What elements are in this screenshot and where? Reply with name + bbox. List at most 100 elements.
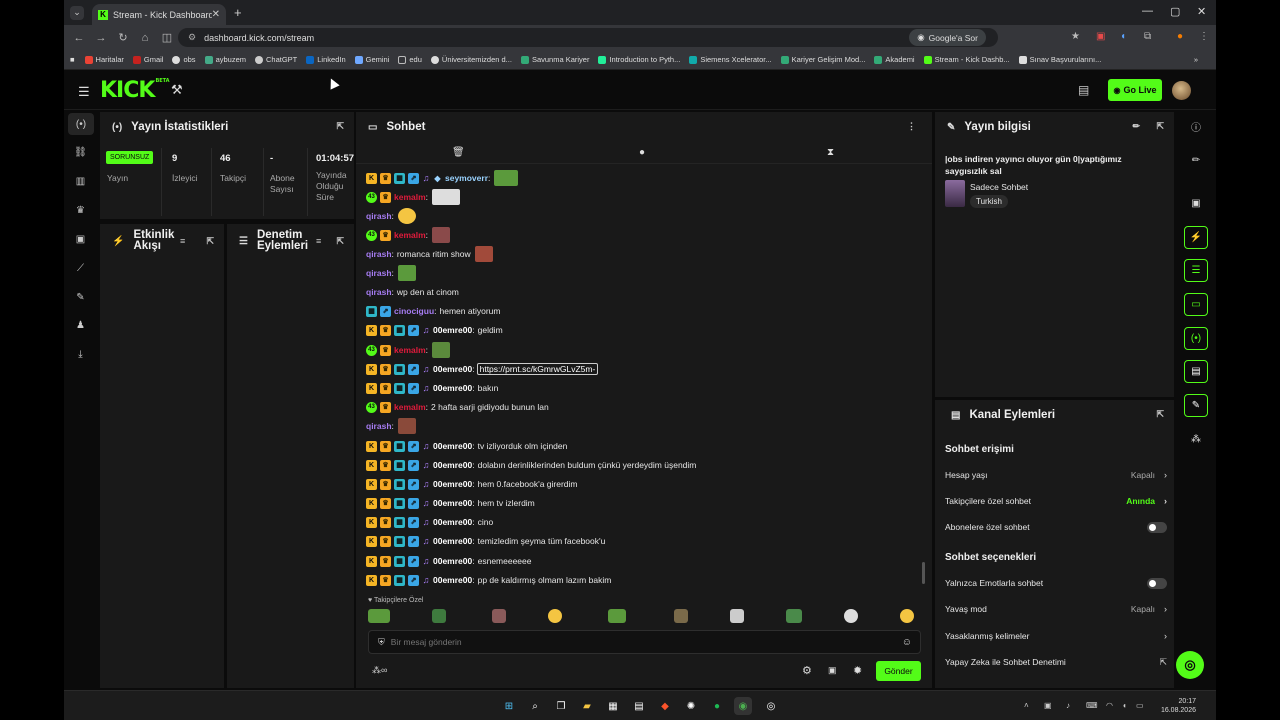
popout-icon[interactable]: ⇱ [1156, 409, 1164, 420]
bookmark-chatgpt[interactable]: ChatGPT [255, 55, 297, 64]
bookmark-savunma[interactable]: Savunma Kariyer [520, 55, 589, 64]
bookmark-university[interactable]: Üniversitemizden d... [430, 55, 512, 64]
moderation-widget-icon[interactable]: ☰ [1184, 259, 1208, 282]
bookmark-akademi[interactable]: Akademi [874, 55, 915, 64]
emote-button[interactable] [492, 609, 506, 623]
emote-button[interactable] [786, 609, 802, 623]
filter-icon[interactable]: ≡ [180, 236, 185, 247]
spotify-icon[interactable]: ● [708, 697, 726, 715]
close-tab-icon[interactable]: ✕ [212, 9, 220, 20]
taskbar-search-icon[interactable]: ⌕ [526, 697, 544, 715]
emote-button[interactable] [730, 609, 744, 623]
emote-button[interactable] [674, 609, 688, 623]
chat-username[interactable]: qirash [366, 421, 392, 431]
address-bar[interactable]: ⚙ dashboard.kick.com/stream ◉ Google'a So… [178, 28, 998, 47]
users-icon[interactable]: ⁂∞ [372, 665, 387, 676]
site-info-icon[interactable]: ⚙ [188, 32, 196, 43]
bookmark-siemens[interactable]: Siemens Xcelerator... [689, 55, 772, 64]
emote-button[interactable] [368, 609, 390, 623]
chat-username[interactable]: seymoverr [445, 173, 488, 183]
back-icon[interactable]: ← [68, 32, 90, 44]
store-icon[interactable]: ▦ [604, 697, 622, 715]
channel-actions-widget-icon[interactable]: ▤ [1184, 360, 1208, 383]
followers-only-row[interactable]: Takipçilere özel sohbet Anında › [945, 493, 1167, 509]
task-view-icon[interactable]: ❐ [552, 697, 570, 715]
kick-logo[interactable]: KICKBETA [100, 78, 170, 103]
rail-stream-icon[interactable]: (•) [68, 113, 94, 135]
hammer-icon[interactable]: ⚒ [171, 82, 183, 98]
reload-icon[interactable]: ↻ [112, 31, 134, 44]
rail-link-icon[interactable]: ⛓ [64, 141, 97, 163]
bookmarks-overflow-icon[interactable]: » [1194, 55, 1198, 64]
bookmark-linkedin[interactable]: LinkedIn [306, 55, 346, 64]
emote-button[interactable] [900, 609, 914, 623]
chat-mode-icon[interactable]: ● [639, 147, 645, 158]
chat-username[interactable]: 00emre00 [433, 460, 472, 470]
chat-link[interactable]: https://prnt.sc/kGmrwGLvZ5m- [476, 363, 599, 375]
chat-input-box[interactable]: ⛨ ☺ [368, 630, 921, 654]
audio-extension-icon[interactable]: ◖ [1120, 31, 1126, 42]
menu-dots-icon[interactable]: ⋮ [1199, 31, 1209, 42]
split-view-icon[interactable]: ◫ [156, 31, 178, 44]
edit-pencil-icon[interactable]: ✏ [1132, 121, 1140, 132]
ai-moderation-row[interactable]: Yapay Zeka ile Sohbet Denetimi ⇱ [945, 654, 1167, 670]
chat-username[interactable]: 00emre00 [433, 536, 472, 546]
bookmarks-apps-icon[interactable]: ■ [70, 55, 75, 64]
bookmark-aybuzem[interactable]: aybuzem [204, 55, 246, 64]
creator-studio-icon[interactable]: ▤ [1078, 83, 1089, 97]
new-tab-button[interactable]: + [234, 5, 242, 20]
send-button[interactable]: Gönder [876, 661, 921, 681]
popout-icon[interactable]: ⇱ [336, 236, 344, 247]
google-ask-button[interactable]: ◉ Google'a Sor [909, 29, 986, 46]
minimize-window-icon[interactable]: — [1142, 5, 1153, 17]
volume-icon[interactable]: ◖ [1122, 701, 1127, 710]
subs-only-toggle[interactable] [1147, 521, 1167, 533]
profile-icon[interactable]: ● [1177, 31, 1183, 42]
edit-icon[interactable]: ✏ [1184, 149, 1208, 172]
chat-username[interactable]: qirash [366, 287, 392, 297]
trash-icon[interactable]: 🗑 [452, 147, 465, 158]
obs-icon[interactable]: ◎ [762, 697, 780, 715]
chat-username[interactable]: qirash [366, 211, 392, 221]
help-headset-icon[interactable]: ◎ [1176, 651, 1204, 679]
forward-icon[interactable]: → [90, 32, 112, 44]
battery-icon[interactable]: ▭ [1136, 701, 1144, 710]
notes-app-icon[interactable]: ▤ [630, 697, 648, 715]
bookmark-obs[interactable]: obs [172, 55, 196, 64]
bookmark-haritalar[interactable]: Haritalar [84, 55, 124, 64]
browser-tab-kick-dashboard[interactable]: K Stream - Kick Dashboard ✕ [92, 4, 226, 25]
tray-overflow-icon[interactable]: ˄ [1024, 701, 1029, 710]
maximize-window-icon[interactable]: ▢ [1170, 5, 1180, 18]
emoji-picker-icon[interactable]: ☺ [902, 637, 912, 648]
chat-username[interactable]: kemalm [394, 402, 426, 412]
tray-app-icon[interactable]: ▣ [1044, 701, 1052, 710]
file-explorer-icon[interactable]: ▰ [578, 697, 596, 715]
chat-username[interactable]: kemalm [394, 345, 426, 355]
close-window-icon[interactable]: ✕ [1197, 5, 1206, 18]
home-icon[interactable]: ⌂ [134, 32, 156, 44]
chat-options-icon[interactable]: ⋮ [907, 121, 916, 132]
slow-mode-row[interactable]: Yavaş mod Kapalı › [945, 601, 1167, 617]
badge-gear-icon[interactable]: ✹ [853, 664, 862, 677]
avatar[interactable] [1172, 81, 1191, 100]
more-widgets-icon[interactable]: ⁂ [1184, 428, 1208, 451]
bookmark-star-icon[interactable]: ★ [1071, 31, 1080, 42]
chat-username[interactable]: qirash [366, 249, 392, 259]
rail-chart-icon[interactable]: ⟋ [64, 257, 97, 279]
rail-trophy-icon[interactable]: ♛ [64, 199, 97, 221]
keyboard-icon[interactable]: ⌨ [1086, 701, 1098, 710]
account-age-row[interactable]: Hesap yaşı Kapalı › [945, 467, 1167, 483]
bookmark-edu[interactable]: edu [398, 55, 422, 64]
info-icon[interactable]: ⓘ [1184, 115, 1208, 138]
chat-username[interactable]: 00emre00 [433, 498, 472, 508]
extension-icon[interactable]: ▣ [1096, 31, 1105, 42]
chatgpt-app-icon[interactable]: ✺ [682, 697, 700, 715]
filter-icon[interactable]: ≡ [316, 236, 321, 247]
bookmark-sinav[interactable]: Sınav Başvurularını... [1018, 55, 1101, 64]
chat-username[interactable]: 00emre00 [433, 517, 472, 527]
rail-analytics-icon[interactable]: ▥ [64, 170, 97, 192]
rail-community-icon[interactable]: ♟ [64, 314, 97, 336]
microphone-icon[interactable]: ♪ [1066, 701, 1070, 710]
stats-widget-icon[interactable]: (•) [1184, 327, 1208, 350]
chat-input[interactable] [390, 637, 902, 647]
